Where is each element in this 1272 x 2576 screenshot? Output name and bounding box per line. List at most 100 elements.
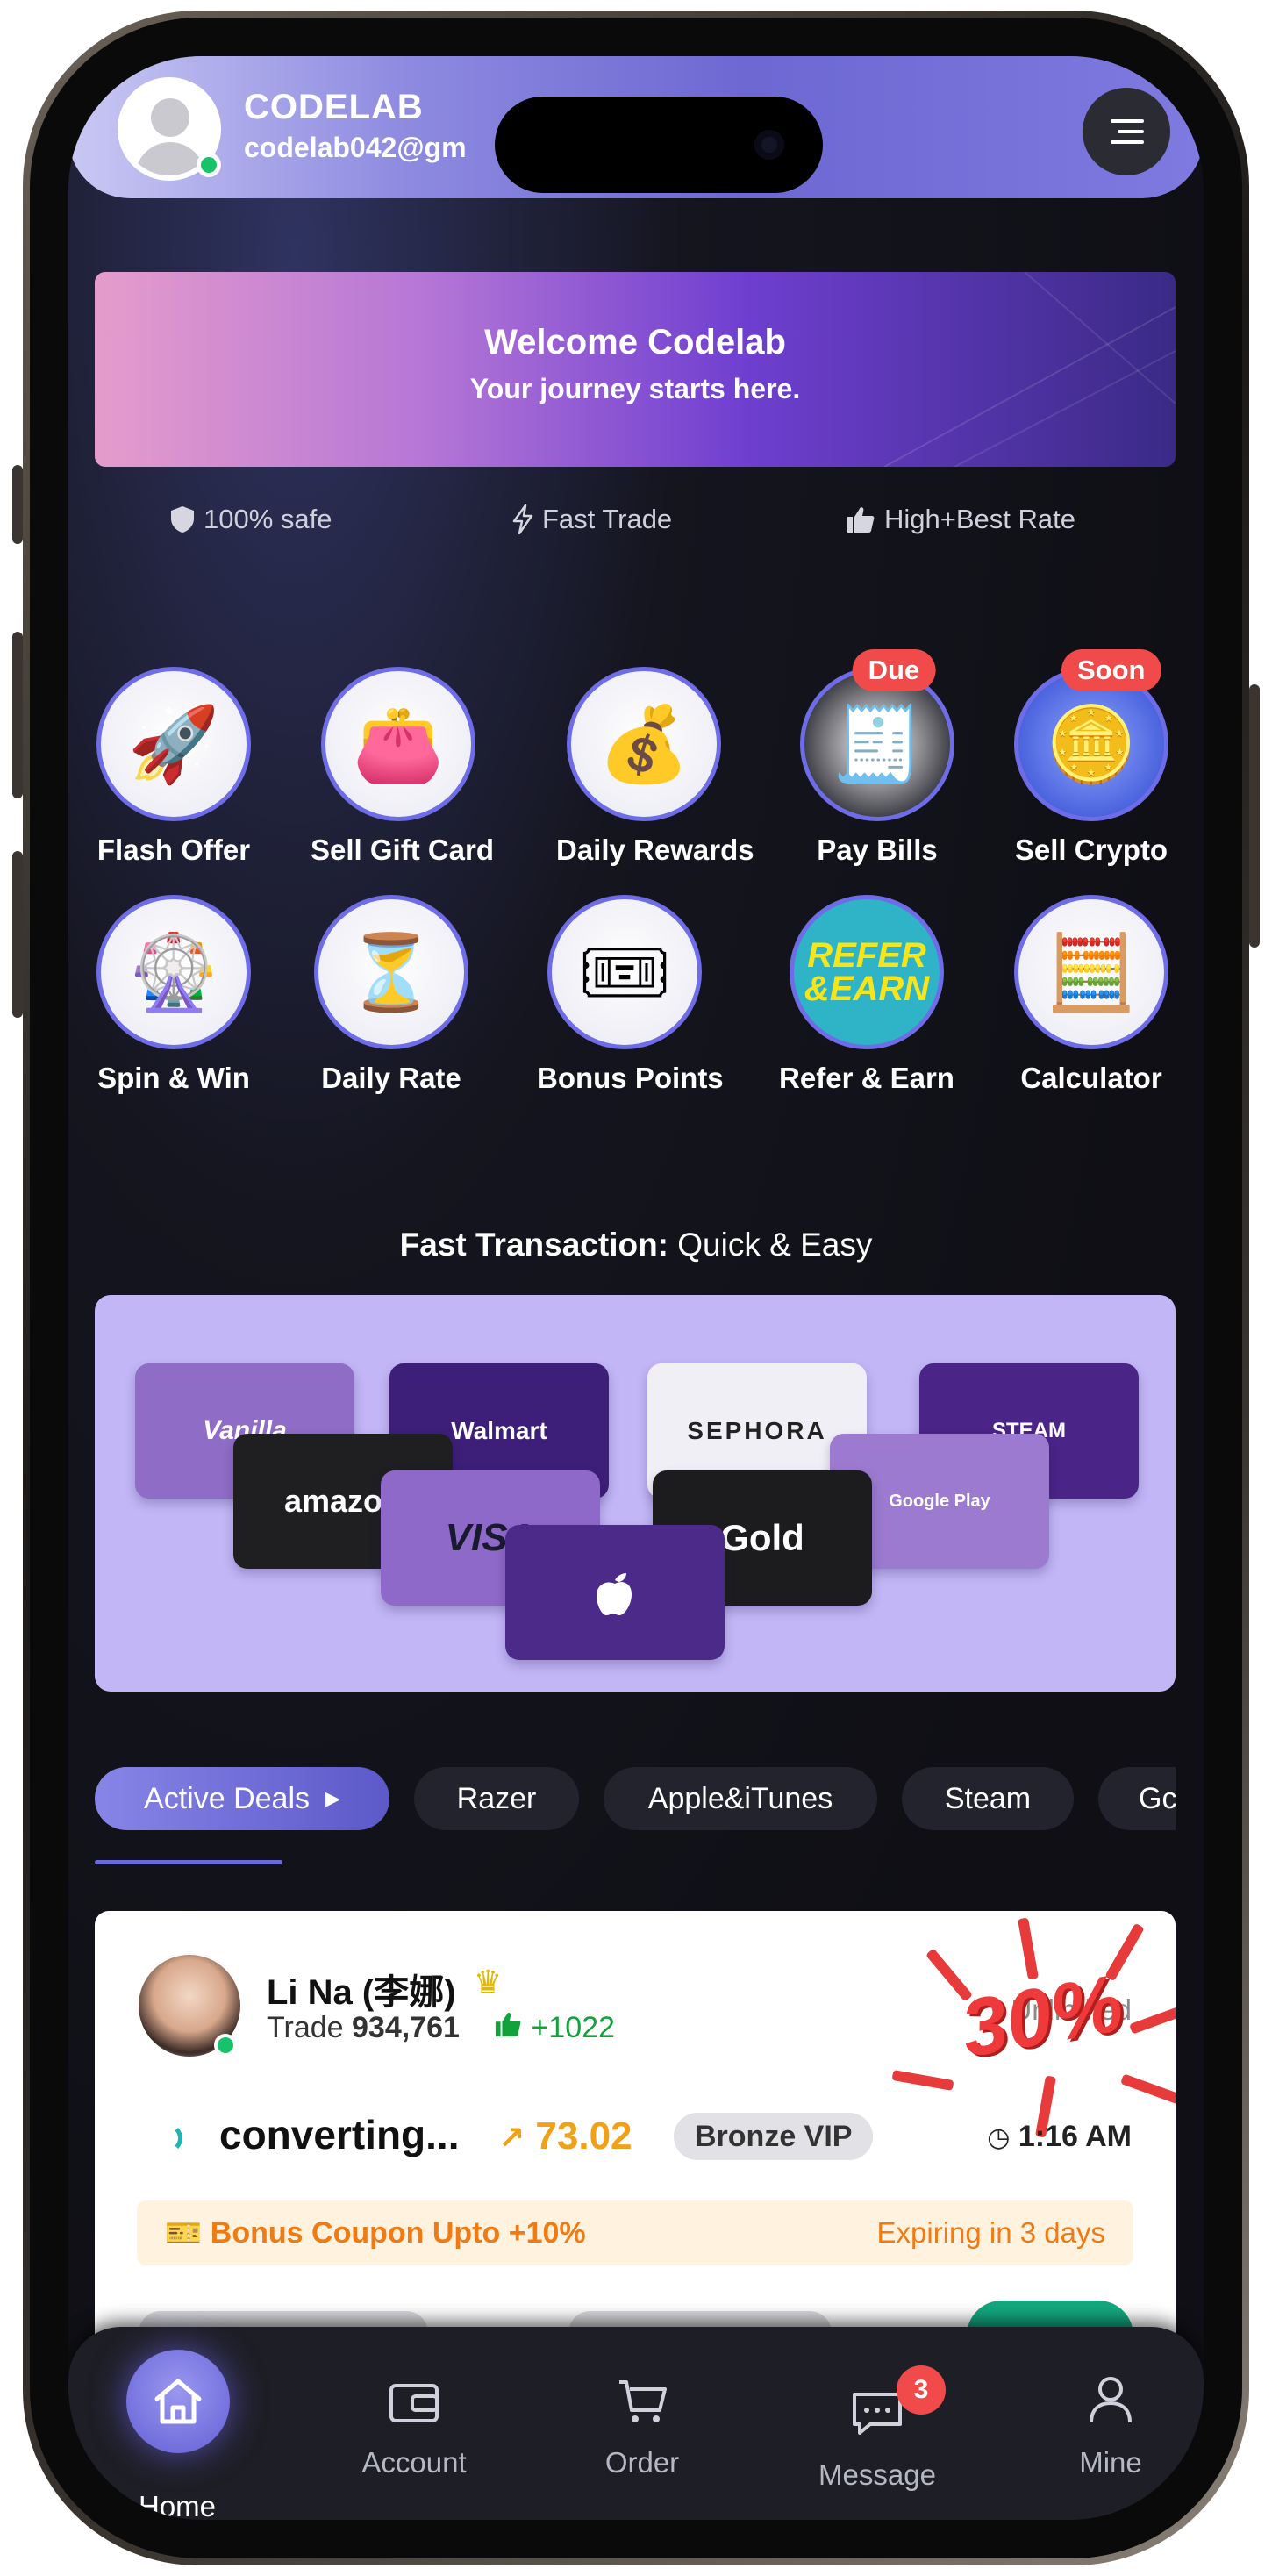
feature-rate: High+Best Rate: [846, 504, 1075, 535]
calculator-icon: 🧮: [1014, 895, 1168, 1049]
rate-value: ↗ 73.02: [498, 2114, 632, 2157]
thumbs-up-icon: [847, 507, 875, 533]
likes-count: +1022: [493, 2011, 615, 2045]
cart-icon: [546, 2372, 739, 2446]
coupons-icon: 🎟: [547, 895, 702, 1049]
menu-line: [1111, 119, 1144, 123]
volume-down-button[interactable]: [12, 851, 23, 1018]
service-bonus-points[interactable]: 🎟 Bonus Points: [537, 895, 724, 1095]
promo-percent: 30%: [954, 1957, 1130, 2075]
home-icon[interactable]: [126, 2350, 230, 2453]
promo-burst: 30%: [891, 1917, 1176, 2138]
trend-up-icon: ↗: [498, 2120, 525, 2156]
tab-active-deals[interactable]: Active Deals ▶: [95, 1767, 389, 1830]
service-refer-earn[interactable]: REFER &EARN Refer & Earn: [779, 895, 954, 1095]
feature-label: Fast Trade: [542, 504, 673, 534]
nav-label: Order: [604, 2446, 680, 2479]
crown-icon: ♛: [474, 1964, 503, 2000]
service-label: Pay Bills: [817, 834, 938, 866]
status-text: converting...: [219, 2112, 460, 2157]
avatar-body: [135, 142, 205, 175]
user-name: CODELAB: [244, 88, 424, 126]
gift-cards-hero[interactable]: Vanilla Walmart SEPHORA STEAM amazon Goo…: [95, 1295, 1176, 1692]
feature-fast: Fast Trade: [512, 504, 672, 535]
feature-label: 100% safe: [204, 504, 332, 534]
service-daily-rewards[interactable]: 💰 Daily Rewards: [556, 667, 754, 867]
wallet-icon: [318, 2372, 511, 2446]
nav-order[interactable]: Order: [546, 2372, 739, 2479]
nav-label: Account: [361, 2446, 467, 2479]
service-label: Sell Crypto: [1014, 834, 1168, 866]
wallet-icon: 👛: [321, 667, 475, 821]
nav-message[interactable]: Message: [781, 2385, 974, 2492]
nav-label: Mine: [1079, 2446, 1142, 2479]
apple-icon: [597, 1573, 632, 1615]
bottom-nav: Home Account Order Message 3 Mine: [68, 2327, 1204, 2520]
action-button[interactable]: [12, 465, 23, 544]
section-title: Fast Transaction: Quick & Easy: [68, 1227, 1204, 1263]
service-label: Flash Offer: [96, 834, 251, 866]
nav-account[interactable]: Account: [318, 2372, 511, 2479]
nav-label: Home: [138, 2490, 217, 2520]
tab-razer[interactable]: Razer: [414, 1767, 579, 1830]
coupon-expiry: Expiring in 3 days: [876, 2216, 1105, 2249]
phone-bezel: CODELAB codelab042@gm Welcome Codelab Yo…: [30, 18, 1242, 2558]
volume-up-button[interactable]: [12, 632, 23, 798]
welcome-banner[interactable]: Welcome Codelab Your journey starts here…: [95, 272, 1176, 467]
service-calculator[interactable]: 🧮 Calculator: [1004, 895, 1179, 1095]
coupon-text: 🎫 Bonus Coupon Upto +10%: [165, 2216, 586, 2250]
service-label: Bonus Points: [537, 1062, 724, 1094]
vip-badge: Bronze VIP: [674, 2113, 874, 2160]
message-count-badge: 3: [897, 2365, 946, 2415]
thumbs-up-icon: [495, 2012, 521, 2037]
phone-frame: CODELAB codelab042@gm Welcome Codelab Yo…: [23, 11, 1249, 2565]
app-screen: CODELAB codelab042@gm Welcome Codelab Yo…: [68, 56, 1204, 2520]
feature-label: High+Best Rate: [884, 504, 1075, 534]
tab-label: Active Deals: [144, 1781, 311, 1815]
feature-safe: 100% safe: [170, 504, 332, 535]
service-daily-rate[interactable]: ⏳ Daily Rate: [304, 895, 479, 1095]
bolt-icon: [512, 504, 533, 534]
tab-partial[interactable]: Gc: [1098, 1767, 1176, 1830]
deal-card[interactable]: Li Na (李娜) ♛ Trade 934,761 +1022 Unlimit…: [95, 1911, 1176, 2367]
dynamic-island: [495, 97, 823, 193]
avatar-head: [151, 98, 189, 137]
service-label: Sell Gift Card: [311, 834, 495, 866]
service-flash-offer[interactable]: 🚀 Flash Offer: [86, 667, 261, 867]
menu-button[interactable]: [1083, 88, 1170, 175]
service-label: Daily Rate: [321, 1062, 461, 1094]
due-badge: Due: [852, 649, 936, 691]
power-button[interactable]: [1249, 684, 1260, 948]
online-status-dot: [197, 153, 221, 177]
tab-steam[interactable]: Steam: [902, 1767, 1074, 1830]
banner-decoration: [883, 272, 1176, 467]
nav-mine[interactable]: Mine: [1014, 2372, 1204, 2479]
service-label: Spin & Win: [97, 1062, 250, 1094]
service-spin-win[interactable]: 🎡 Spin & Win: [86, 895, 261, 1095]
hourglass-icon: ⏳: [314, 895, 468, 1049]
user-email: codelab042@gm: [244, 132, 467, 163]
loading-spinner-icon: [153, 2123, 182, 2153]
rocket-icon: 🚀: [96, 667, 251, 821]
tab-apple-itunes[interactable]: Apple&iTunes: [604, 1767, 877, 1830]
gold-bag-icon: 💰: [567, 667, 721, 821]
service-sell-gift-card[interactable]: 👛 Sell Gift Card: [311, 667, 495, 867]
soon-badge: Soon: [1061, 649, 1161, 691]
service-sell-crypto[interactable]: 🪙 Soon Sell Crypto: [1004, 649, 1179, 867]
trader-name: Li Na (李娜): [267, 1973, 456, 2012]
bonus-coupon[interactable]: 🎫 Bonus Coupon Upto +10% Expiring in 3 d…: [137, 2200, 1133, 2265]
nav-home[interactable]: Home: [81, 2490, 274, 2520]
person-icon: [1014, 2372, 1204, 2446]
service-label: Calculator: [1020, 1062, 1162, 1094]
nav-label: Message: [818, 2458, 936, 2491]
apple-card: [505, 1525, 725, 1660]
menu-line: [1118, 130, 1144, 133]
spin-wheel-icon: 🎡: [96, 895, 251, 1049]
caret-right-icon: ▶: [325, 1787, 340, 1809]
service-pay-bills[interactable]: 🧾 Due Pay Bills: [790, 649, 965, 867]
menu-line: [1111, 140, 1144, 144]
deal-time: ◷ 1:16 AM: [987, 2120, 1132, 2153]
tab-underline: [95, 1860, 282, 1864]
section-title-bold: Fast Transaction:: [399, 1227, 668, 1263]
service-label: Daily Rewards: [556, 834, 754, 866]
